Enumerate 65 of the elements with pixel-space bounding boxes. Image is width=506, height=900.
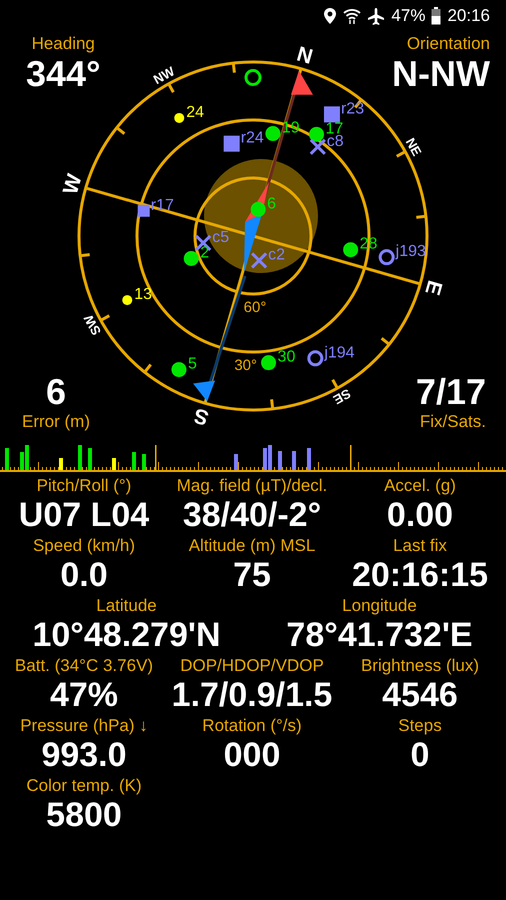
reading-label: Heading [32,34,95,54]
reading-label: Mag. field (µT)/decl. [176,476,328,496]
reading-label: Pressure (hPa) ↓ [20,716,148,736]
satellite-label: c2 [268,246,285,264]
satellite-label: j194 [324,344,355,362]
reading-value: 75 [233,556,271,594]
reading-value: 993.0 [41,736,127,774]
reading-value: 38/40/-2° [182,496,322,534]
reading-value: 4546 [382,676,458,714]
clock: 20:16 [447,6,490,26]
satellite-label: 2 [200,244,210,262]
reading-label: Longitude [342,596,417,616]
reading-label: Orientation [406,34,490,54]
satellite-label: c5 [212,229,230,246]
reading-label: Brightness (lux) [360,656,480,676]
satellite-label: 5 [188,356,197,373]
location-icon [323,7,338,25]
compass-label: NE [402,135,425,158]
reading-label: Speed (km/h) [32,536,136,556]
compass-label: W [58,172,87,197]
reading-value: N-NW [392,54,490,94]
reading-value: 47% [50,676,118,714]
reading-value: 6 [46,372,66,412]
compass-label: SE [330,386,354,408]
reading-label: Accel. (g) [384,476,456,496]
reading-label: Pitch/Roll (°) [36,476,132,496]
reading-value: 344° [26,54,100,94]
reading-value: 0.0 [60,556,108,594]
reading-value: 78°41.732'E [286,616,473,654]
reading-label: Altitude (m) MSL [188,536,316,556]
reading-value: 0.00 [386,496,454,534]
reading-label: Batt. (34°C 3.76V) [14,656,154,676]
satellite-label: r24 [240,130,264,147]
compass-label: NW [150,64,178,88]
reading-label: Steps [398,716,442,736]
elevation-label: 60° [244,299,266,316]
reading-value: 10°48.279'N [32,616,221,654]
elevation-label: 30° [234,357,257,374]
satellite-label: 6 [267,195,276,212]
reading-value: 1.7/0.9/1.5 [172,676,332,714]
reading-label: Latitude [96,596,157,616]
reading-label: DOP/HDOP/VDOP [180,656,324,676]
reading-label: Fix/Sats. [420,412,486,432]
reading-value: 5800 [46,796,122,834]
reading-label: Error (m) [22,412,90,432]
reading-label: Color temp. (K) [26,776,142,796]
reading-value: 7/17 [416,372,486,412]
battery-percent: 47% [391,6,426,26]
satellite-label: 30 [278,348,296,366]
reading-label: Last fix [393,536,447,556]
reading-value: U07 L04 [18,496,150,534]
satellite-label: 13 [134,286,152,304]
reading-value: 0 [410,736,430,774]
satellite-label: r23 [340,100,364,118]
satellite-label: 24 [186,104,204,121]
reading-value: 000 [224,736,280,774]
reading-value: 20:16:15 [352,556,488,594]
compass-label: N [294,42,316,69]
compass-label: SW [80,312,104,338]
compass-label: E [420,278,446,298]
wifi-icon [343,7,362,25]
airplane-icon [367,7,386,25]
compass-label: S [191,403,212,430]
reading-label: Rotation (°/s) [202,716,302,736]
battery-icon [431,7,442,25]
